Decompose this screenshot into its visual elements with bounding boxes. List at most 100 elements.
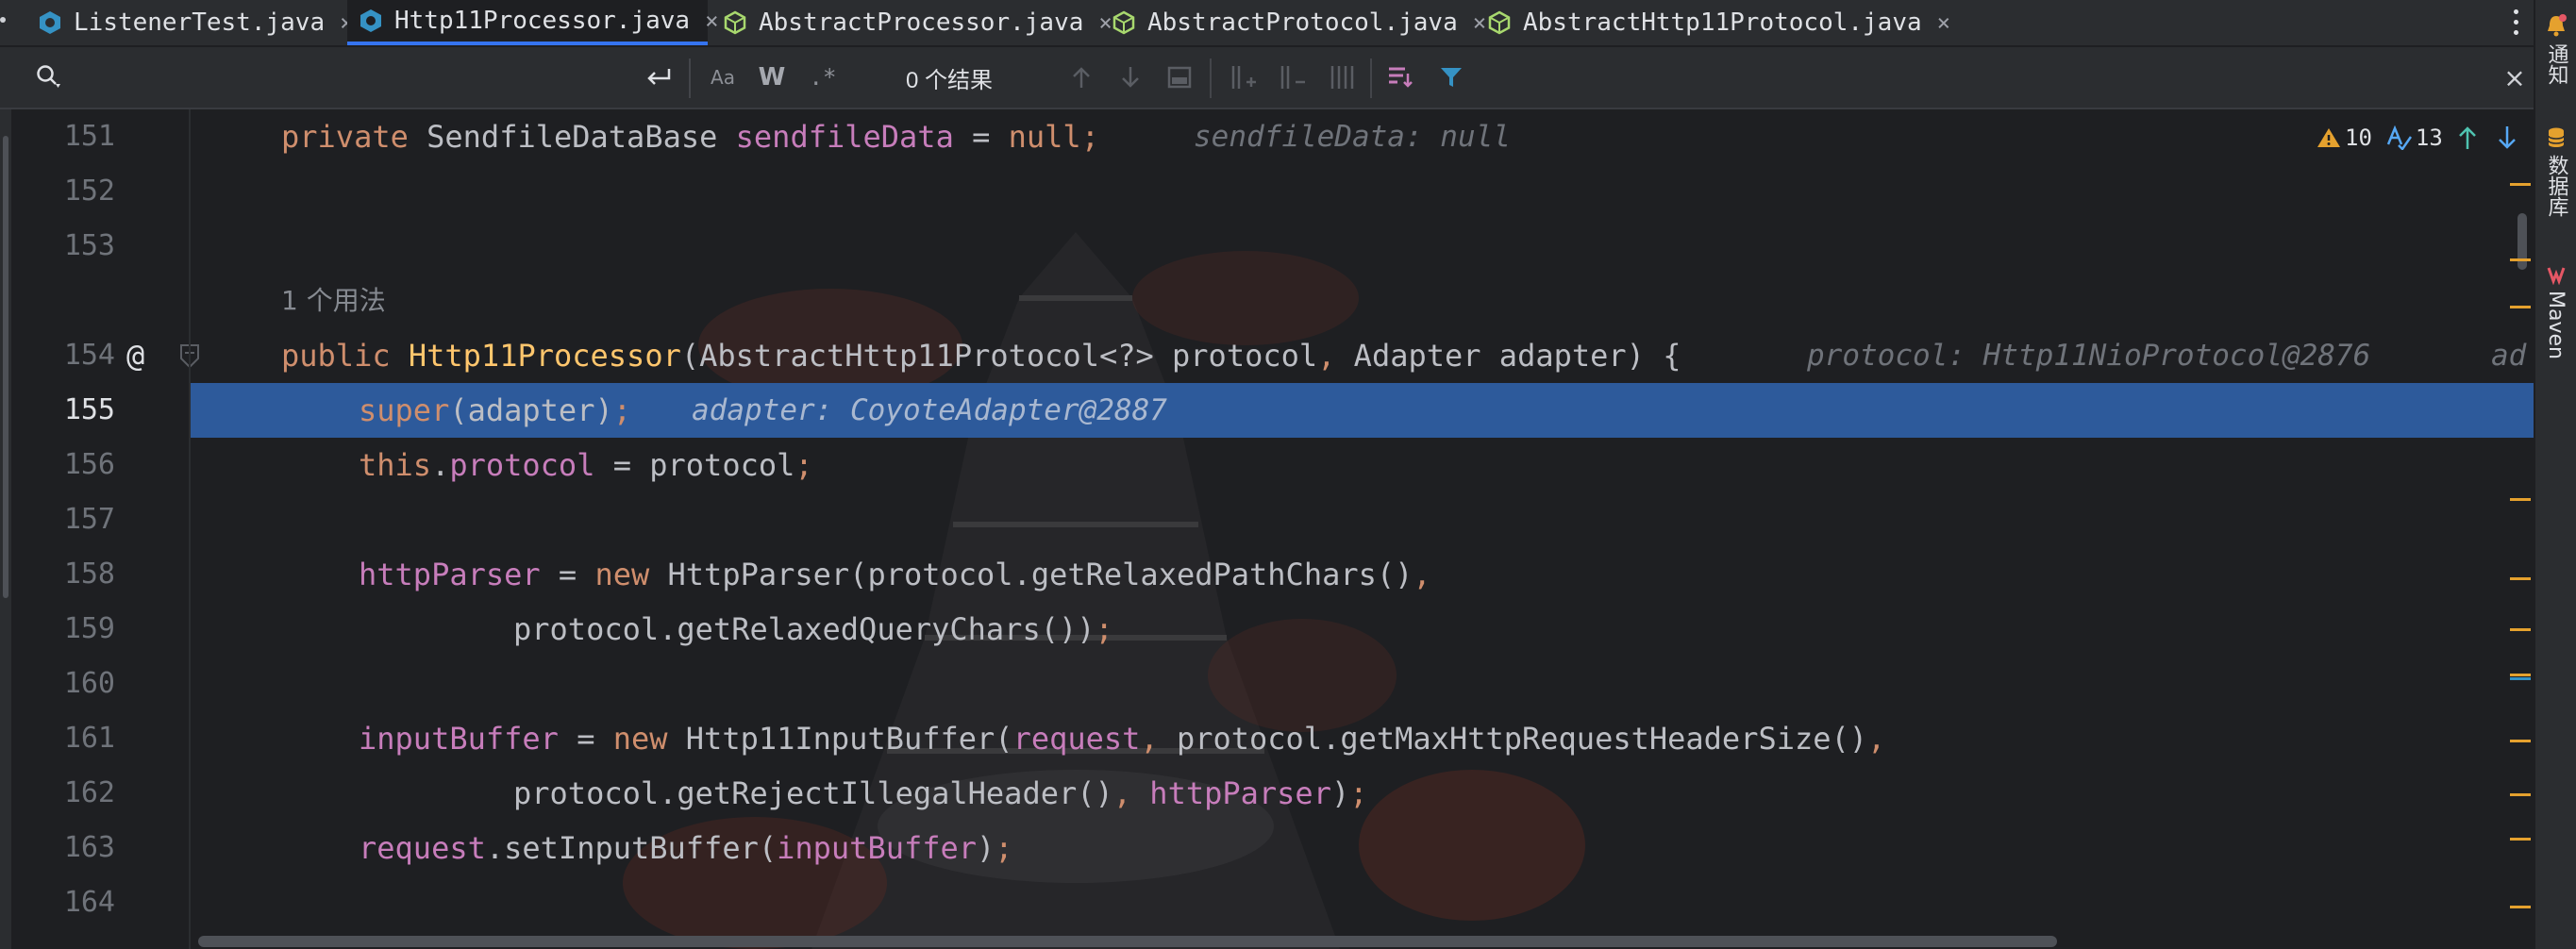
semicolon: ; bbox=[1080, 119, 1099, 155]
comma: , bbox=[1112, 775, 1132, 811]
code-line-151[interactable]: private SendfileDataBase sendfileData = … bbox=[281, 109, 1099, 164]
paren: ) bbox=[977, 830, 995, 866]
tab-abstractprocessor[interactable]: AbstractProcessor.java × bbox=[711, 0, 1112, 45]
separator bbox=[1370, 58, 1372, 98]
tab-overflow-indicator[interactable] bbox=[0, 17, 6, 23]
line-number: 164 bbox=[63, 886, 115, 919]
code-line-162[interactable]: protocol.getRejectIllegalHeader(), httpP… bbox=[513, 766, 1367, 821]
previous-occurrence-icon[interactable] bbox=[1064, 60, 1098, 94]
code-editor[interactable]: 151 152 153 154 155 156 157 158 159 160 … bbox=[0, 109, 2534, 949]
previous-problem-icon[interactable] bbox=[2456, 125, 2479, 151]
paren: ) bbox=[1330, 775, 1350, 811]
semicolon: ; bbox=[1349, 775, 1368, 811]
type: SendfileDataBase bbox=[408, 119, 736, 155]
maven-tool[interactable]: Maven bbox=[2535, 264, 2576, 359]
new-line-icon[interactable] bbox=[642, 60, 676, 94]
select-all-occurrences-icon[interactable] bbox=[1325, 60, 1359, 94]
horizontal-scrollbar-thumb[interactable] bbox=[198, 936, 2057, 947]
warning-marker[interactable] bbox=[2510, 740, 2531, 742]
database-icon bbox=[2547, 127, 2565, 147]
warning-marker[interactable] bbox=[2510, 498, 2531, 501]
typo-marker[interactable] bbox=[2510, 677, 2531, 680]
warning-marker[interactable] bbox=[2510, 258, 2531, 261]
next-problem-icon[interactable] bbox=[2496, 125, 2518, 151]
bell-icon bbox=[2547, 14, 2567, 37]
search-input[interactable] bbox=[75, 57, 627, 100]
field: inputBuffer bbox=[359, 721, 559, 757]
code-line-155[interactable]: super(adapter); bbox=[359, 383, 631, 438]
warning-marker[interactable] bbox=[2510, 906, 2531, 908]
line-number-gutter[interactable]: 151 152 153 154 155 156 157 158 159 160 … bbox=[11, 109, 199, 949]
abstract-class-icon bbox=[1488, 10, 1511, 35]
warning-marker[interactable] bbox=[2510, 793, 2531, 796]
inline-debug-value-truncated: ad bbox=[2491, 339, 2527, 373]
operator: = bbox=[558, 721, 613, 757]
whole-words-toggle[interactable]: W bbox=[753, 60, 791, 94]
line-number: 161 bbox=[63, 722, 115, 755]
code-line-161[interactable]: inputBuffer = new Http11InputBuffer(requ… bbox=[359, 711, 1885, 766]
tab-label: Http11Processor.java bbox=[394, 7, 691, 35]
call: protocol.getRelaxedQueryChars()) bbox=[513, 611, 1096, 647]
warnings-counter[interactable]: 10 bbox=[2317, 125, 2372, 151]
code-line-156[interactable]: this.protocol = protocol; bbox=[359, 438, 813, 492]
code-line-154[interactable]: public Http11Processor(AbstractHttp11Pro… bbox=[281, 328, 1681, 383]
warning-marker[interactable] bbox=[2510, 183, 2531, 186]
typos-counter[interactable]: 13 bbox=[2385, 125, 2443, 151]
filter-search-results-icon[interactable] bbox=[1383, 60, 1417, 94]
more-options-icon[interactable] bbox=[2506, 4, 2525, 42]
warnings-count: 10 bbox=[2345, 125, 2372, 151]
line-number: 151 bbox=[63, 120, 115, 153]
code-line-159[interactable]: protocol.getRelaxedQueryChars()); bbox=[513, 602, 1113, 657]
field: httpParser bbox=[359, 557, 541, 592]
remove-occurrence-icon[interactable] bbox=[1276, 60, 1310, 94]
close-find-bar-icon[interactable]: × bbox=[2501, 60, 2529, 94]
keyword: private bbox=[281, 119, 409, 155]
typo-icon bbox=[2386, 125, 2412, 150]
close-tab-icon[interactable]: × bbox=[1937, 9, 1950, 36]
method-name: Http11Processor bbox=[408, 338, 681, 374]
open-in-window-icon[interactable] bbox=[1163, 60, 1196, 94]
search-icon[interactable] bbox=[32, 60, 66, 94]
semicolon: ; bbox=[612, 392, 631, 428]
funnel-filter-icon[interactable] bbox=[1432, 60, 1470, 94]
left-scrollbar-thumb[interactable] bbox=[3, 136, 8, 598]
warning-marker[interactable] bbox=[2510, 674, 2531, 676]
usages-hint[interactable]: 1 个用法 bbox=[281, 274, 386, 328]
params: (AbstractHttp11Protocol<?> protocol bbox=[680, 338, 1318, 374]
database-tool[interactable]: 数据库 bbox=[2535, 126, 2576, 217]
next-occurrence-icon[interactable] bbox=[1113, 60, 1147, 94]
semicolon: ; bbox=[1095, 611, 1113, 647]
warning-marker[interactable] bbox=[2510, 306, 2531, 308]
warning-marker[interactable] bbox=[2510, 628, 2531, 631]
inspections-widget[interactable]: 10 13 bbox=[2317, 119, 2518, 157]
semicolon: ; bbox=[995, 830, 1013, 866]
keyword: public bbox=[281, 338, 391, 374]
tab-listenertest[interactable]: ListenerTest.java × bbox=[26, 0, 354, 45]
tab-label: AbstractProtocol.java bbox=[1147, 8, 1458, 37]
vertical-scrollbar-thumb[interactable] bbox=[2517, 213, 2527, 270]
tab-abstracthttp11protocol[interactable]: AbstractHttp11Protocol.java × bbox=[1476, 0, 1950, 45]
call: protocol.getRejectIllegalHeader() bbox=[513, 775, 1113, 811]
line-number: 162 bbox=[63, 776, 115, 809]
warning-marker[interactable] bbox=[2510, 838, 2531, 841]
field: protocol bbox=[449, 447, 595, 483]
right-tool-window-bar: 通知 数据库 Maven bbox=[2534, 0, 2576, 949]
implements-annotation-icon[interactable]: @ bbox=[126, 328, 144, 383]
tab-http11processor[interactable]: Http11Processor.java × bbox=[347, 0, 719, 45]
line-number: 152 bbox=[63, 175, 115, 208]
regex-toggle[interactable]: .* bbox=[804, 60, 842, 94]
notifications-tool[interactable]: 通知 bbox=[2535, 13, 2576, 85]
add-occurrence-icon[interactable] bbox=[1227, 60, 1261, 94]
keyword: null bbox=[1008, 119, 1081, 155]
field: request bbox=[359, 830, 486, 866]
java-class-icon bbox=[360, 9, 381, 32]
code-line-163[interactable]: request.setInputBuffer(inputBuffer); bbox=[359, 821, 1013, 875]
inline-debug-value: sendfileData: null bbox=[1194, 120, 1511, 154]
code-line-158[interactable]: httpParser = new HttpParser(protocol.get… bbox=[359, 547, 1431, 602]
inline-debug-value: adapter: CoyoteAdapter@2887 bbox=[692, 393, 1167, 427]
call: Http11InputBuffer( bbox=[667, 721, 1013, 757]
warning-marker[interactable] bbox=[2510, 577, 2531, 580]
keyword: new bbox=[594, 557, 650, 592]
match-case-toggle[interactable]: Aa bbox=[704, 60, 742, 94]
tab-abstractprotocol[interactable]: AbstractProtocol.java × bbox=[1100, 0, 1486, 45]
